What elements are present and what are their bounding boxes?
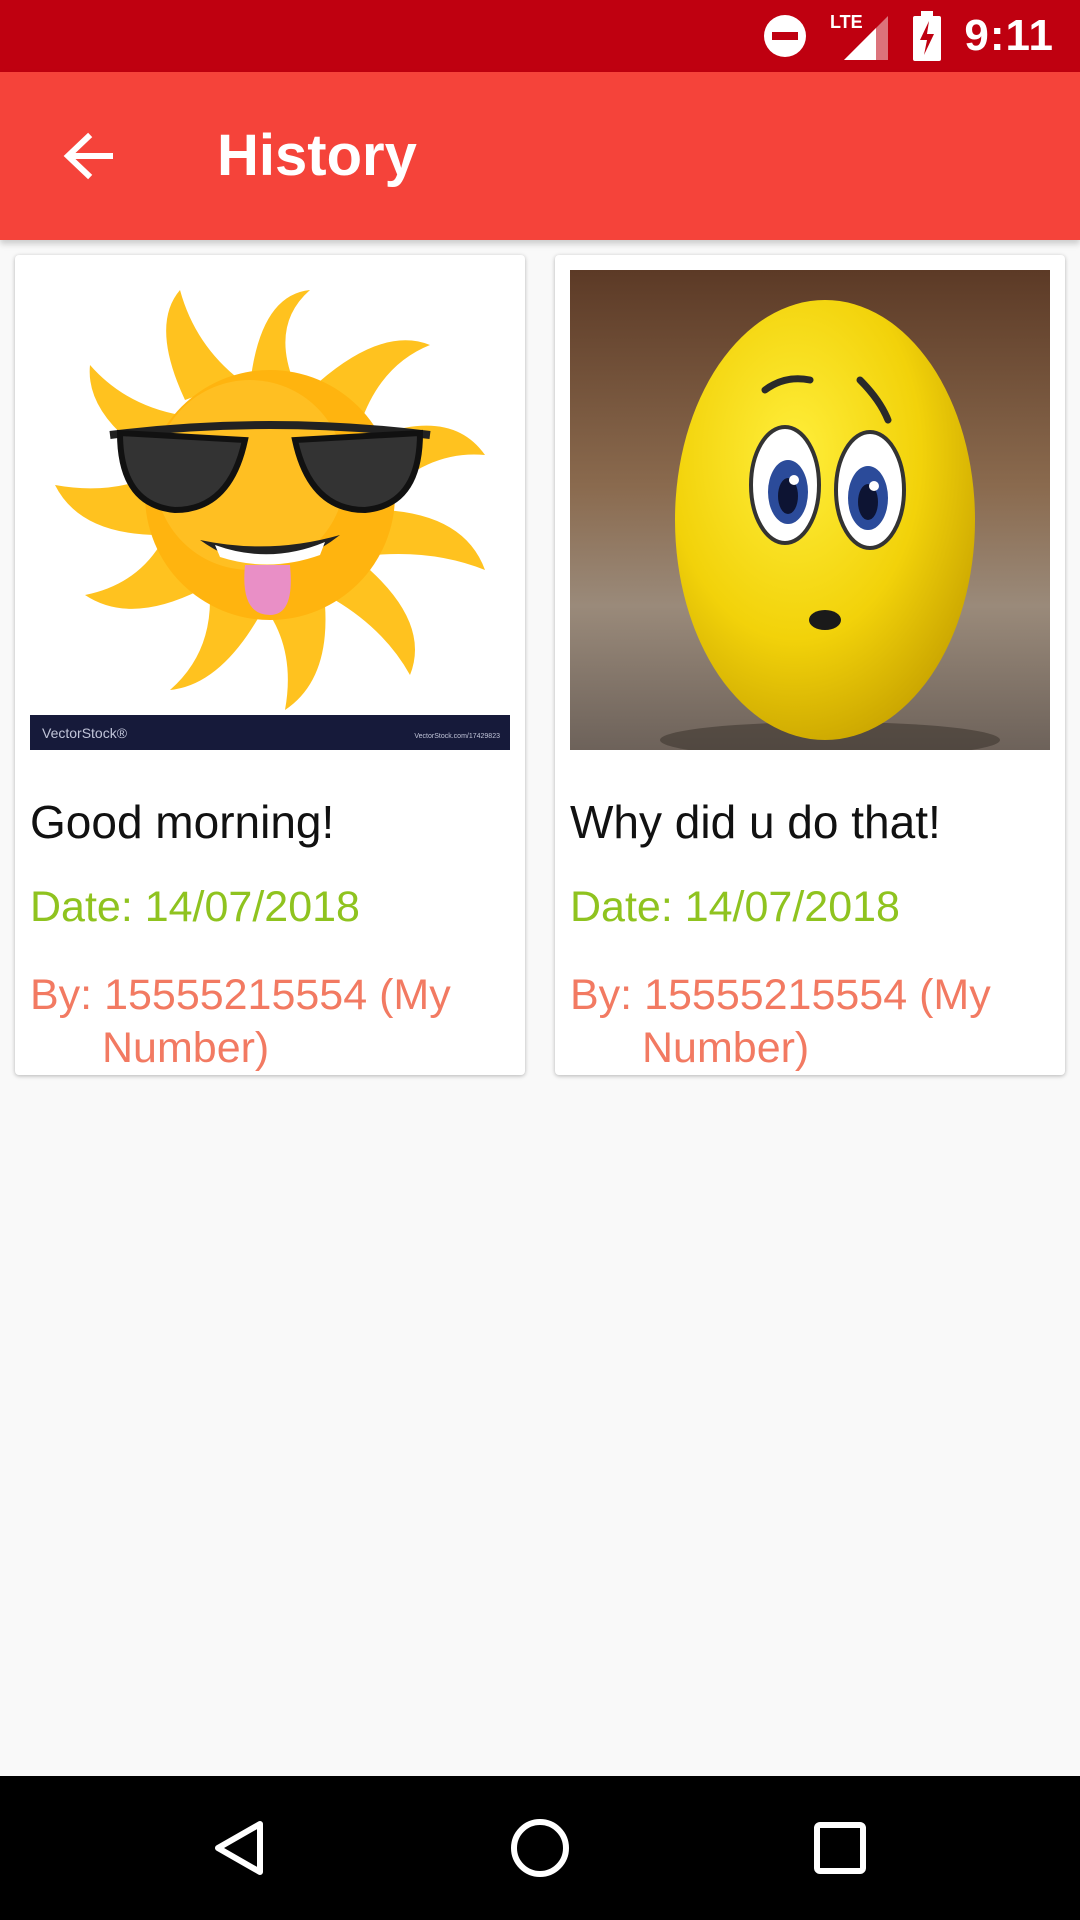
sender-line-2: Number) xyxy=(102,1024,270,1072)
do-not-disturb-icon xyxy=(764,15,807,57)
battery-charging-icon xyxy=(913,11,942,61)
sender-line-1: By: 15555215554 (My xyxy=(570,971,991,1019)
app-bar: History xyxy=(0,72,1080,240)
nav-back-button[interactable] xyxy=(190,1798,290,1898)
image-watermark: VectorStock® xyxy=(42,725,128,741)
network-type-label: LTE xyxy=(830,12,863,32)
history-card[interactable]: Why did u do that! Date: 14/07/2018 By: … xyxy=(555,255,1065,1075)
page-title: History xyxy=(217,123,417,188)
status-icons: LTE 9:11 xyxy=(762,0,1054,72)
history-item-sender: By: 15555215554 (My Number) xyxy=(570,969,1050,1075)
nav-home-button[interactable] xyxy=(490,1798,590,1898)
sender-line-2: Number) xyxy=(642,1024,810,1072)
nav-recents-button[interactable] xyxy=(790,1798,890,1898)
back-button[interactable] xyxy=(44,112,132,200)
worried-yellow-egg-face-image xyxy=(570,270,1050,750)
image-watermark-url: VectorStock.com/17429823 xyxy=(414,733,500,740)
history-card[interactable]: VectorStock® VectorStock.com/17429823 Go… xyxy=(15,255,525,1075)
history-item-date: Date: 14/07/2018 xyxy=(570,883,900,931)
arrow-back-icon xyxy=(63,132,113,180)
recents-square-icon xyxy=(814,1822,866,1874)
status-time: 9:11 xyxy=(964,11,1054,60)
history-item-date: Date: 14/07/2018 xyxy=(30,883,360,931)
home-circle-icon xyxy=(511,1819,569,1877)
history-item-sender: By: 15555215554 (My Number) xyxy=(30,969,510,1075)
back-triangle-icon xyxy=(215,1821,263,1875)
sender-line-1: By: 15555215554 (My xyxy=(30,971,451,1019)
navigation-bar xyxy=(0,1776,1080,1920)
signal-icon: LTE xyxy=(830,12,889,60)
history-item-title: Good morning! xyxy=(30,796,335,848)
history-item-title: Why did u do that! xyxy=(570,796,941,848)
status-bar: LTE 9:11 xyxy=(0,0,1080,72)
sun-with-sunglasses-image: VectorStock® VectorStock.com/17429823 xyxy=(30,270,510,750)
